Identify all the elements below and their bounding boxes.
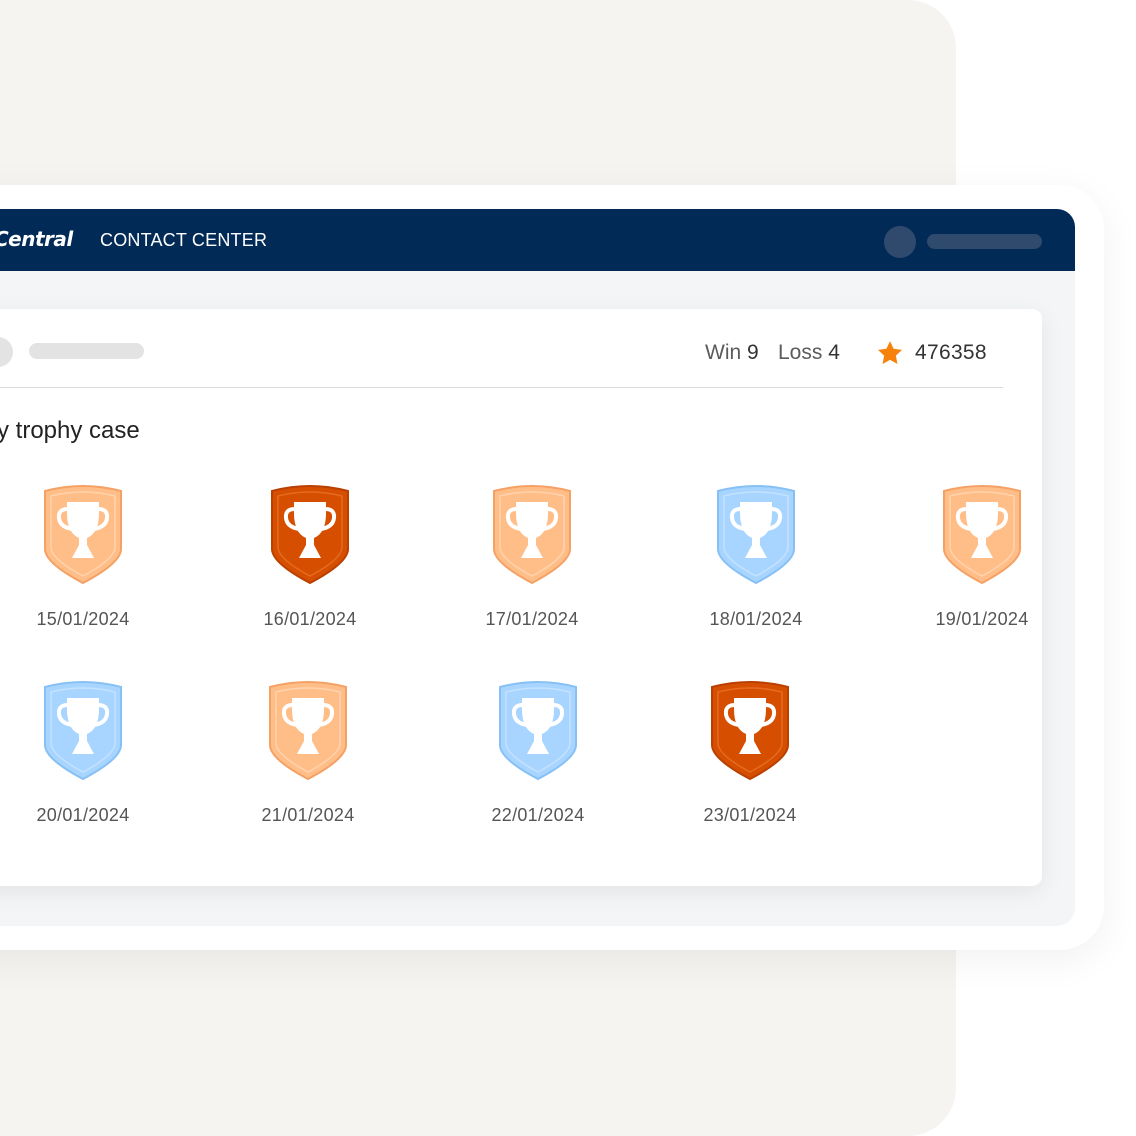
trophy-grid: 15/01/2024 16/01/2024 17/01/2024 18/01/2024… [0, 309, 1042, 886]
trophy-item[interactable]: 21/01/2024 [208, 679, 408, 839]
trophy-date: 17/01/2024 [485, 609, 579, 629]
trophy-date: 15/01/2024 [36, 609, 130, 629]
user-name-placeholder[interactable] [927, 234, 1042, 249]
trophy-badge-icon [493, 485, 571, 585]
trophy-badge-icon [44, 681, 122, 781]
trophy-item[interactable]: 23/01/2024 [650, 679, 850, 839]
trophy-item[interactable]: 18/01/2024 [656, 483, 856, 643]
trophy-badge-icon [499, 681, 577, 781]
trophy-date: 19/01/2024 [935, 609, 1029, 629]
trophy-item[interactable]: 16/01/2024 [210, 483, 410, 643]
trophy-date: 16/01/2024 [263, 609, 357, 629]
trophy-date: 18/01/2024 [709, 609, 803, 629]
trophy-badge-icon [44, 485, 122, 585]
brand-logo[interactable]: Central [0, 227, 73, 251]
user-avatar[interactable] [884, 226, 916, 258]
trophy-badge-icon [269, 681, 347, 781]
trophy-date: 22/01/2024 [491, 805, 585, 825]
stage: Central CONTACT CENTER Win 9 Loss 4 4763… [0, 0, 1136, 1136]
trophy-badge-icon [943, 485, 1021, 585]
top-navbar: Central CONTACT CENTER [0, 209, 1075, 271]
trophy-item[interactable]: 17/01/2024 [432, 483, 632, 643]
trophy-badge-icon [271, 485, 349, 585]
trophy-date: 23/01/2024 [703, 805, 797, 825]
trophy-badge-icon [711, 681, 789, 781]
trophy-item[interactable]: 19/01/2024 [882, 483, 1082, 643]
trophy-card: Win 9 Loss 4 476358 My trophy case 15/01… [0, 309, 1042, 886]
nav-title: CONTACT CENTER [100, 230, 268, 250]
trophy-badge-icon [717, 485, 795, 585]
trophy-item[interactable]: 22/01/2024 [438, 679, 638, 839]
trophy-item[interactable]: 20/01/2024 [0, 679, 183, 839]
trophy-item[interactable]: 15/01/2024 [0, 483, 183, 643]
trophy-date: 21/01/2024 [261, 805, 355, 825]
trophy-date: 20/01/2024 [36, 805, 130, 825]
